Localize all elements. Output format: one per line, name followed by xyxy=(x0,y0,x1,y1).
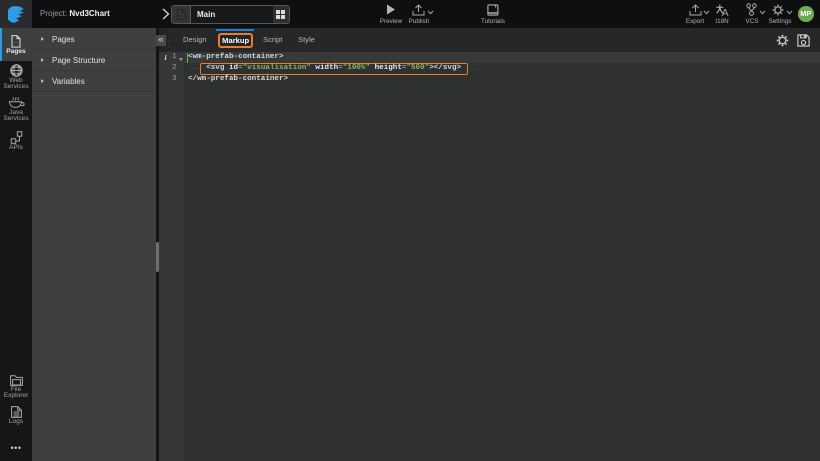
svg-text:A: A xyxy=(722,6,729,16)
